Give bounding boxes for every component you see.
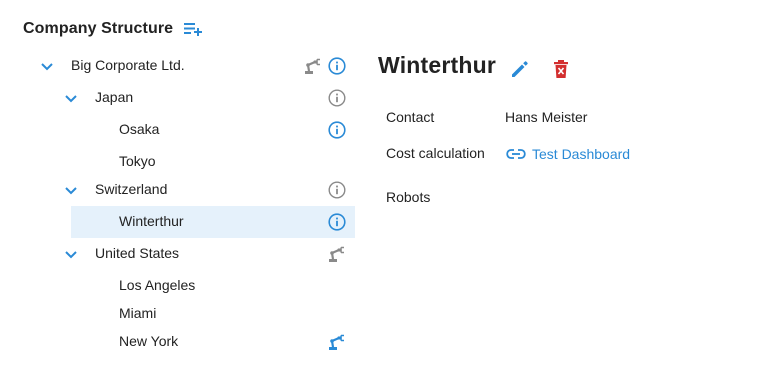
info-icon[interactable] [327,120,347,140]
page-header: Company Structure [23,18,205,40]
tree-node-big-corporate[interactable]: Big Corporate Ltd. [33,50,355,82]
tree-node-united-states[interactable]: United States [57,238,355,270]
tree-node-label: Big Corporate Ltd. [71,57,185,73]
robot-arm-icon[interactable] [327,244,347,264]
tree-node-label: New York [119,333,179,349]
pencil-icon[interactable] [508,57,532,81]
link-icon [506,149,526,159]
playlist-add-icon[interactable] [183,19,205,39]
chevron-down-icon[interactable] [39,59,55,75]
info-icon[interactable] [327,212,347,232]
chevron-down-icon[interactable] [63,91,79,107]
chevron-down-icon[interactable] [63,183,79,199]
tree-node-label: Winterthur [119,213,184,229]
robot-arm-icon[interactable] [303,56,323,76]
tree-node-japan[interactable]: Japan [57,82,355,114]
chevron-down-icon[interactable] [63,247,79,263]
tree-node-osaka[interactable]: Osaka [81,114,355,146]
page-title: Company Structure [23,20,174,37]
trash-icon[interactable] [549,57,573,81]
cost-calculation-link-text: Test Dashboard [532,146,631,162]
tree-node-label: Tokyo [119,153,156,169]
contact-value: Hans Meister [505,109,588,125]
tree-node-label: Switzerland [95,181,168,197]
contact-label: Contact [386,109,435,125]
cost-calculation-link[interactable]: Test Dashboard [506,146,630,162]
tree-node-label: Japan [95,89,134,105]
info-icon[interactable] [327,88,347,108]
tree-node-label: Osaka [119,121,160,137]
robots-label: Robots [386,189,431,205]
tree-node-label: Los Angeles [119,277,196,293]
info-icon[interactable] [327,56,347,76]
info-icon[interactable] [327,180,347,200]
robot-arm-icon[interactable] [327,332,347,352]
tree-node-label: United States [95,245,180,261]
tree-node-new-york[interactable]: New York [81,326,355,358]
tree-node-label: Miami [119,305,157,321]
tree-node-winterthur[interactable]: Winterthur [71,206,355,238]
detail-title: Winterthur [378,52,497,78]
cost-calculation-label: Cost calculation [386,145,485,161]
tree-node-switzerland[interactable]: Switzerland [57,174,355,206]
